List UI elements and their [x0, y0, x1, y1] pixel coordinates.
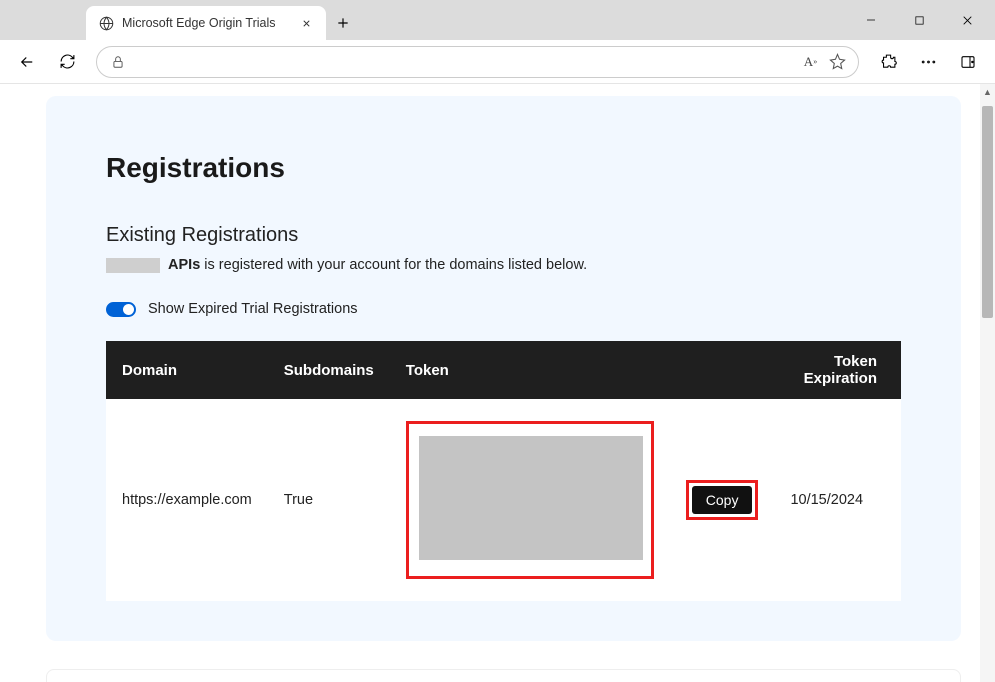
token-highlight	[406, 421, 654, 579]
page-title: Registrations	[106, 152, 901, 184]
globe-icon	[98, 15, 114, 31]
toggle-label: Show Expired Trial Registrations	[148, 301, 358, 317]
maximize-button[interactable]	[897, 5, 941, 35]
cell-domain: https://example.com	[106, 399, 268, 601]
refresh-button[interactable]	[50, 45, 84, 79]
lock-icon	[109, 53, 126, 70]
close-icon[interactable]	[298, 15, 314, 31]
existing-desc-rest: is registered with your account for the …	[200, 257, 587, 273]
scroll-up-arrow[interactable]: ▲	[980, 84, 995, 99]
new-tab-button[interactable]	[326, 6, 360, 40]
show-expired-toggle[interactable]	[106, 302, 136, 317]
menu-button[interactable]	[911, 45, 945, 79]
existing-desc: APIs is registered with your account for…	[106, 257, 901, 273]
new-registration-card: New Origin Trial Registration	[46, 669, 961, 682]
table-row: https://example.com True Copy	[106, 399, 901, 601]
extensions-button[interactable]	[871, 45, 905, 79]
registrations-table: Domain Subdomains Token Token Expiration…	[106, 341, 901, 601]
browser-tab[interactable]: Microsoft Edge Origin Trials	[86, 6, 326, 40]
scrollbar-thumb[interactable]	[982, 106, 993, 318]
tab-title: Microsoft Edge Origin Trials	[122, 16, 276, 30]
minimize-button[interactable]	[849, 5, 893, 35]
redacted-block	[419, 436, 643, 560]
col-domain: Domain	[106, 341, 268, 399]
window-controls	[849, 0, 989, 40]
text-size-icon[interactable]: A»	[802, 53, 819, 70]
cell-token	[390, 399, 670, 601]
existing-desc-bold: APIs	[168, 257, 200, 273]
token-redacted	[413, 428, 649, 572]
cell-copy: Copy	[670, 399, 775, 601]
expired-toggle-row: Show Expired Trial Registrations	[106, 301, 901, 317]
cell-expiration: 10/15/2024	[774, 399, 901, 601]
back-button[interactable]	[10, 45, 44, 79]
registrations-card: Registrations Existing Registrations API…	[46, 96, 961, 641]
col-subdomains: Subdomains	[268, 341, 390, 399]
existing-title: Existing Registrations	[106, 224, 901, 247]
address-bar[interactable]: A»	[96, 46, 859, 78]
col-expiration: Token Expiration	[774, 341, 901, 399]
page-viewport: Registrations Existing Registrations API…	[0, 84, 995, 682]
browser-titlebar: Microsoft Edge Origin Trials	[0, 0, 995, 40]
cell-subdomains: True	[268, 399, 390, 601]
favorite-icon[interactable]	[829, 53, 846, 70]
redacted-api-name	[106, 258, 160, 273]
browser-toolbar: A»	[0, 40, 995, 84]
col-token: Token	[390, 341, 775, 399]
close-window-button[interactable]	[945, 5, 989, 35]
sidebar-button[interactable]	[951, 45, 985, 79]
copy-highlight: Copy	[686, 480, 759, 520]
copy-button[interactable]: Copy	[692, 486, 753, 514]
